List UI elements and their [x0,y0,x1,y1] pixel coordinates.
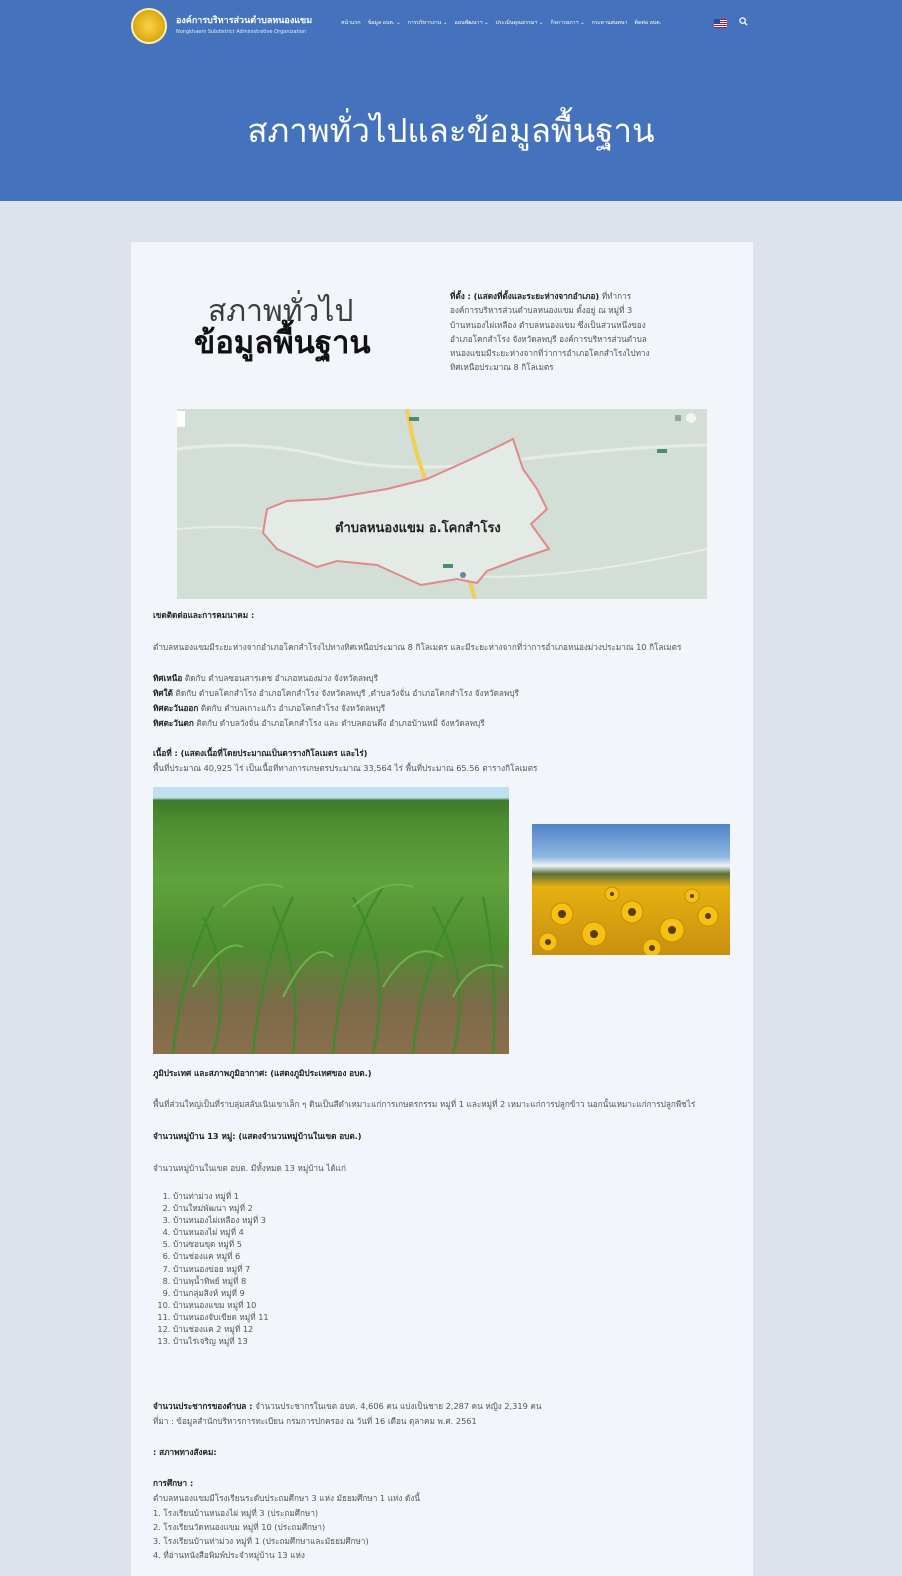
list-item: บ้านหนองข่อย หมู่ที่ 7 [173,1263,269,1275]
org-logo[interactable] [131,8,167,44]
border-dir: ทิศเหนือ [153,673,183,683]
us-flag-icon[interactable] [714,19,727,28]
nav-plans[interactable]: แผนพัฒนาฯ ⌄ [454,19,488,27]
list-item: บ้านซอนขุด หมู่ที่ 5 [173,1238,269,1250]
map-graphic [177,409,707,599]
nav-contact[interactable]: ติดต่อ อบต. [635,19,662,27]
villages-heading: จำนวนหมู่บ้าน 13 หมู่: (แสดงจำนวนหมู่บ้า… [153,1131,362,1141]
nav-ethics[interactable]: ประเมินคุณธรรมฯ ⌄ [496,19,544,27]
list-item: บ้านหนองไผ่ หมู่ที่ 4 [173,1226,269,1238]
list-item: บ้านไร่เจริญ หมู่ที่ 13 [173,1335,269,1347]
sunflowers [538,886,719,955]
border-dir: ทิศใต้ [153,688,173,698]
population-source: ที่มา : ข้อมูลสำนักบริหารการทะเบียน กรมก… [153,1416,477,1426]
list-item: บ้านหนองจับเขียด หมู่ที่ 11 [173,1311,269,1323]
border-east: ทิศตะวันออก ติดกับ ตำบลเกาะแก้ว อำเภอโคก… [153,702,385,715]
list-item: บ้านใหม่พัฒนา หมู่ที่ 2 [173,1202,269,1214]
villages-intro: จำนวนหมู่บ้านในเขต อบต. มีทั้งหมด 13 หมู… [153,1163,346,1173]
border-north: ทิศเหนือ ติดกับ ตำบลซอนสารเดช อำเภอหนองม… [153,672,378,685]
list-item: บ้านกลุ่มสิงห์ หมู่ที่ 9 [173,1287,269,1299]
education-heading: การศึกษา : [153,1478,194,1488]
list-item: 1. โรงเรียนบ้านหนองไผ่ หมู่ที่ 3 (ประถมศ… [153,1508,319,1518]
nav-council[interactable]: กิจการสภาฯ ⌄ [551,19,585,27]
terrain-heading: ภูมิประเทศ และสภาพภูมิอากาศ: (แสดงภูมิปร… [153,1068,372,1078]
population-label: จำนวนประชากรของตำบล : [153,1401,253,1411]
list-item: บ้านช่องแค หมู่ที่ 6 [173,1250,269,1262]
sunflower-field-photo[interactable] [532,824,730,955]
border-desc: ติดกับ ตำบลวังจั่น อำเภอโคกสำโรง และ ตำบ… [193,718,485,728]
border-dir: ทิศตะวันออก [153,703,199,713]
border-west: ทิศตะวันตก ติดกับ ตำบลวังจั่น อำเภอโคกสำ… [153,717,485,730]
org-name-en[interactable]: Nongkhaem Subdistrict Administrative Org… [176,29,306,35]
border-desc: ติดกับ ตำบลซอนสารเดช อำเภอหนองม่วง จังหว… [182,673,379,683]
list-item: บ้านท่าม่วง หมู่ที่ 1 [173,1190,269,1202]
list-item: บ้านพุน้ำทิพย์ หมู่ที่ 8 [173,1275,269,1287]
corn-plants [171,883,504,1054]
borders-text: ตำบลหนองแขมมีระยะห่างจากอำเภอโคกสำโรงไปท… [153,642,682,652]
border-south: ทิศใต้ ติดกับ ตำบลโคกสำโรง อำเภอโคกสำโรง… [153,687,519,700]
list-item: 3. โรงเรียนบ้านท่าม่วง หมู่ที่ 1 (ประถมศ… [153,1536,369,1546]
nav-info[interactable]: ข้อมูล อบต. ⌄ [368,19,401,27]
search-icon[interactable] [739,17,748,26]
border-desc: ติดกับ ตำบลโคกสำโรง อำเภอโคกสำโรง จังหวั… [172,688,519,698]
list-item: บ้านหนองแขม หมู่ที่ 10 [173,1299,269,1311]
population-text: จำนวนประชากรในเขต อบต. 4,606 คน แบ่งเป็น… [252,1401,542,1411]
nav-forum[interactable]: กระดานสนทนา [592,19,628,27]
location-label: ที่ตั้ง : (แสดงที่ตั้งและระยะห่างจากอำเภ… [450,291,600,301]
nav-home[interactable]: หน้าแรก [341,19,361,27]
area-heading: เนื้อที่ : (แสดงเนื้อที่โดยประมาณเป็นตาร… [153,748,368,758]
map-image[interactable]: ตำบลหนองแขม อ.โคกสำโรง [177,409,707,599]
list-item: 2. โรงเรียนวัดหนองแขม หมู่ที่ 10 (ประถมศ… [153,1522,326,1532]
map-label: ตำบลหนองแขม อ.โคกสำโรง [335,521,501,536]
education-intro: ตำบลหนองแขมมีโรงเรียนระดับประถมศึกษา 3 แ… [153,1493,420,1503]
border-desc: ติดกับ ตำบลเกาะแก้ว อำเภอโคกสำโรง จังหวั… [198,703,386,713]
area-text: พื้นที่ประมาณ 40,925 ไร่ เป็นเนื้อที่ทาง… [153,763,538,773]
location-text: ที่ทำการองค์การบริหารส่วนตำบลหนองแขม ตั้… [450,291,650,373]
list-item: บ้านหนองไผ่เหลือง หมู่ที่ 3 [173,1214,269,1226]
border-dir: ทิศตะวันตก [153,718,194,728]
village-list: บ้านท่าม่วง หมู่ที่ 1 บ้านใหม่พัฒนา หมู่… [153,1190,269,1347]
main-nav: หน้าแรก ข้อมูล อบต. ⌄ การบริหารงาน ⌄ แผน… [341,19,661,27]
location-paragraph: ที่ตั้ง : (แสดงที่ตั้งและระยะห่างจากอำเภ… [450,289,650,375]
borders-heading: เขตติดต่อและการคมนาคม : [153,610,255,620]
intro-heading-bold: ข้อมูลพื้นฐาน [194,325,371,361]
list-item: บ้านช่องแค 2 หมู่ที่ 12 [173,1323,269,1335]
terrain-text: พื้นที่ส่วนใหญ่เป็นที่ราบลุ่มสลับเนินเขา… [153,1099,696,1109]
nav-admin[interactable]: การบริหารงาน ⌄ [408,19,448,27]
page-title: สภาพทั่วไปและข้อมูลพื้นฐาน [247,111,655,150]
population-line: จำนวนประชากรของตำบล : จำนวนประชากรในเขต … [153,1400,541,1413]
corn-field-photo[interactable] [153,787,509,1054]
social-heading: : สภาพทางสังคม: [153,1447,217,1457]
org-name-th[interactable]: องค์การบริหารส่วนตำบลหนองแขม [176,13,312,27]
list-item: 4. ที่อ่านหนังสือพิมพ์ประจำหมู่บ้าน 13 แ… [153,1550,305,1560]
